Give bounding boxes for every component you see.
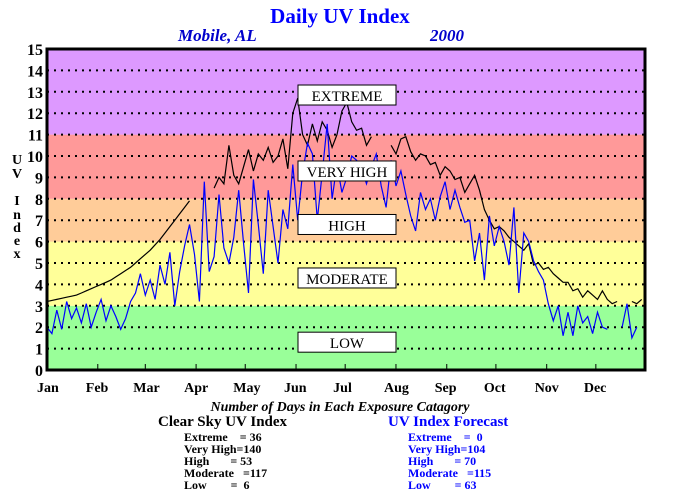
band-label: LOW [330,336,365,352]
y-tick-label: 3 [35,299,43,316]
summary-title: Number of Days in Each Exposure Catagory [210,400,470,415]
y-tick-label: 9 [35,170,43,187]
x-tick-label: Dec [584,381,607,396]
y-tick-label: 5 [35,256,43,273]
y-axis-label-letter: x [14,247,21,262]
y-tick-label: 15 [27,42,43,59]
x-tick-label: Aug [384,381,409,396]
x-tick-label: Mar [133,381,159,396]
y-tick-label: 0 [35,363,43,380]
uv-chart: 0123456789101112131415 Jan Feb Mar Apr May Ju… [12,42,647,396]
y-tick-label: 4 [35,277,43,294]
x-tick-label: May [233,381,260,396]
y-tick-label: 1 [35,342,43,359]
y-tick-label: 10 [27,149,43,166]
band-label: HIGH [328,218,366,234]
y-tick-label: 8 [35,192,43,209]
x-tick-label: Jul [333,381,352,396]
y-tick-label: 7 [35,213,43,230]
y-tick-label: 13 [27,85,43,102]
y-tick-label: 11 [28,128,43,145]
y-axis-label-letter: I [14,194,19,209]
summary-row: Low = 6 [184,478,250,492]
band-label: MODERATE [306,272,388,288]
y-axis-label-letter: V [12,167,22,182]
y-axis-label-letter: U [12,153,22,168]
x-tick-label: Jun [284,381,307,396]
clear-sky-summary: Clear Sky UV Index Extreme = 36 Very High… [158,414,287,491]
clear-sky-heading: Clear Sky UV Index [158,414,288,430]
x-tick-label: Sep [435,381,457,396]
x-tick-label: Apr [184,381,208,396]
x-tick-label: Nov [535,381,559,396]
x-tick-label: Feb [86,381,109,396]
y-axis-label: UVIndex [12,153,22,262]
y-tick-label: 2 [35,320,43,337]
band-label: EXTREME [312,89,383,105]
x-tick-label: Jan [37,381,59,396]
forecast-heading: UV Index Forecast [388,414,509,430]
y-tick-label: 14 [27,63,43,80]
summary-row: Low = 63 [408,478,477,492]
x-tick-label: Oct [484,381,506,396]
forecast-summary: UV Index Forecast Extreme = 0 Very High=1… [388,414,508,491]
band-label: VERY HIGH [307,165,388,181]
y-tick-label: 12 [27,106,43,123]
y-tick-label: 6 [35,235,43,252]
